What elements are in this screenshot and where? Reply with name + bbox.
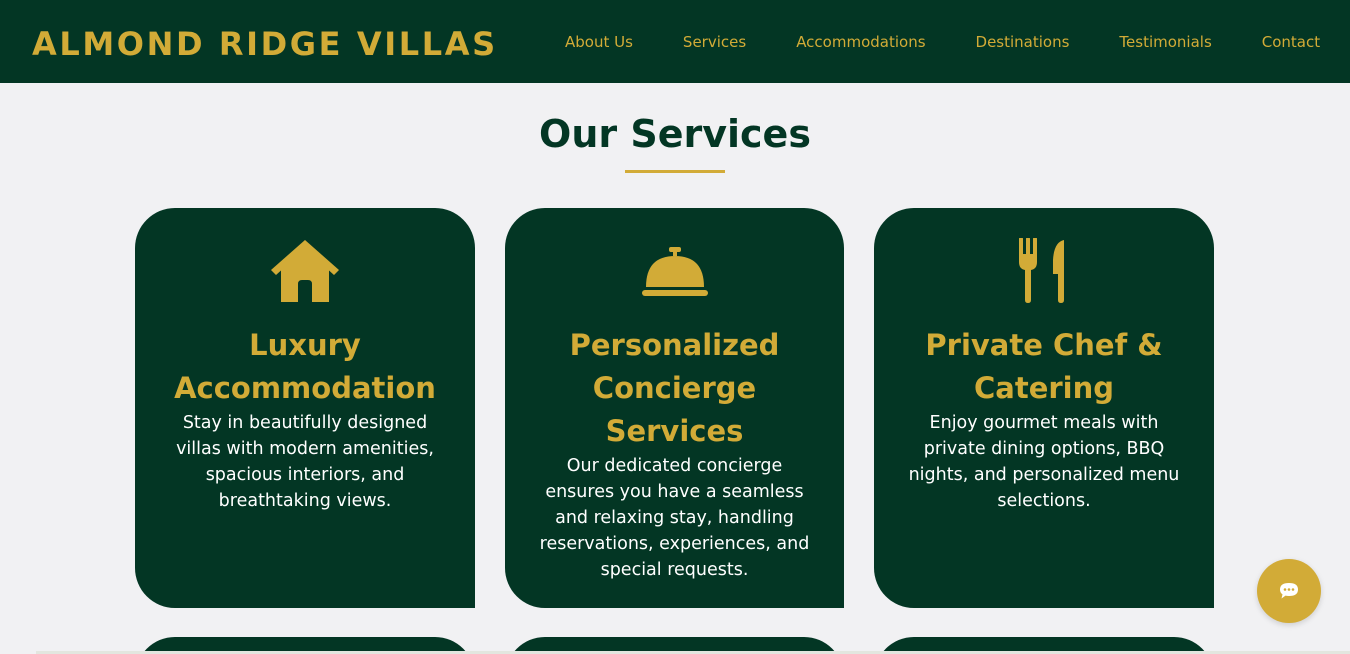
- brand-logo[interactable]: ALMOND RIDGE VILLAS: [32, 22, 498, 66]
- nav-accommodations[interactable]: Accommodations: [796, 32, 925, 52]
- chat-button[interactable]: [1257, 559, 1321, 623]
- concierge-bell-icon: [641, 247, 708, 296]
- house-icon: [271, 240, 339, 302]
- service-description: Our dedicated concierge ensures you have…: [539, 456, 810, 580]
- nav-about-us[interactable]: About Us: [565, 32, 633, 52]
- service-description: Stay in beautifully designed villas with…: [176, 413, 434, 511]
- title-underline: [625, 170, 725, 173]
- nav-contact[interactable]: Contact: [1262, 32, 1320, 52]
- service-card-private-chef: Private Chef & Catering Enjoy gourmet me…: [874, 208, 1214, 608]
- nav-services[interactable]: Services: [683, 32, 746, 52]
- service-title: Personalized Concierge Services: [569, 328, 780, 448]
- service-card-concierge: Personalized Concierge Services Our dedi…: [505, 208, 844, 608]
- site-header: ALMOND RIDGE VILLAS About Us Services Ac…: [0, 0, 1350, 83]
- main-nav: About Us Services Accommodations Destina…: [565, 32, 1320, 52]
- service-title: Luxury Accommodation: [174, 328, 436, 405]
- nav-testimonials[interactable]: Testimonials: [1119, 32, 1211, 52]
- section-title: Our Services: [539, 112, 811, 156]
- service-title: Private Chef & Catering: [925, 328, 1163, 405]
- utensils-icon: [1019, 238, 1064, 303]
- chat-bubble-icon: [1280, 583, 1298, 599]
- service-card-luxury-accommodation: Luxury Accommodation Stay in beautifully…: [135, 208, 475, 608]
- nav-destinations[interactable]: Destinations: [976, 32, 1070, 52]
- service-description: Enjoy gourmet meals with private dining …: [908, 413, 1180, 511]
